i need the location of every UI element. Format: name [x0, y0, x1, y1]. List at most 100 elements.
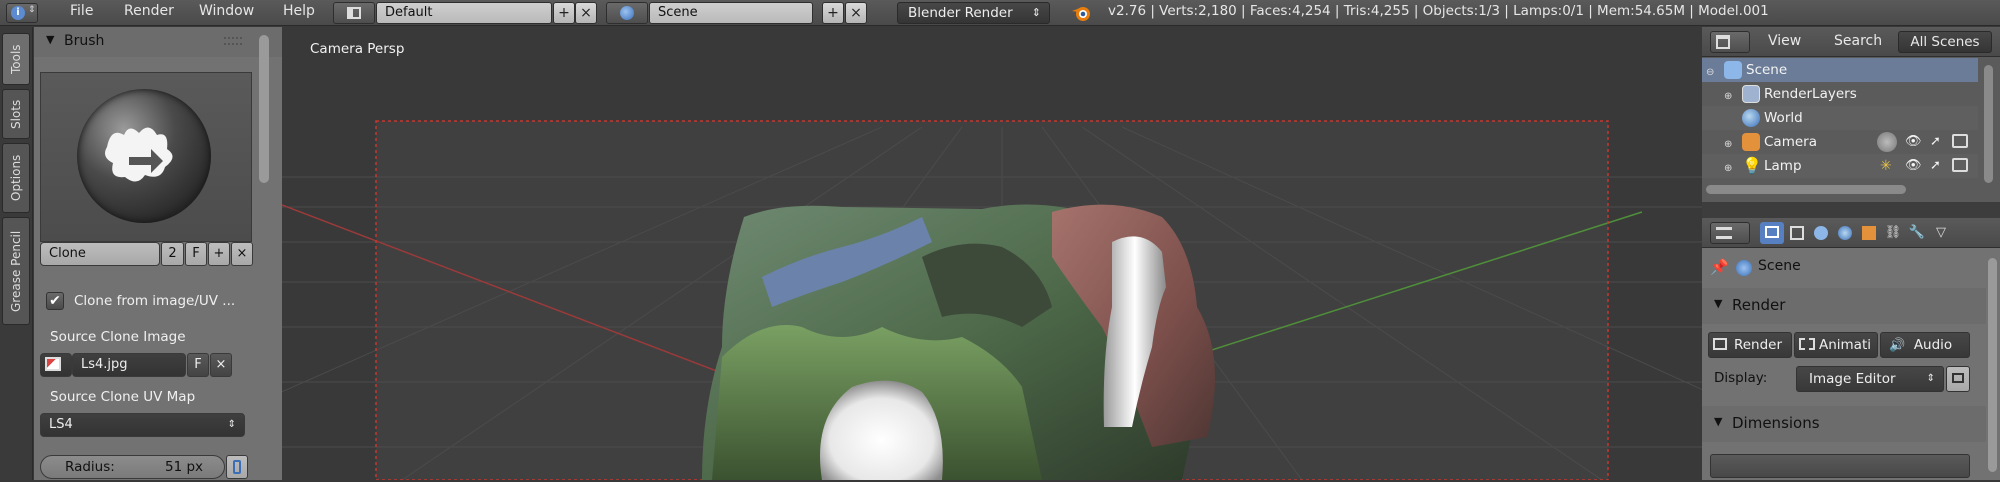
clone-from-checkbox[interactable]: ✔: [46, 292, 64, 310]
properties-header: ⛓ 🔧 ▽: [1702, 218, 2000, 248]
select-cursor-icon[interactable]: ➚: [1930, 154, 1941, 178]
menu-help[interactable]: Help: [283, 0, 315, 26]
editor-type-icon[interactable]: i ⇕: [6, 3, 38, 23]
pin-icon[interactable]: 📌: [1710, 258, 1729, 276]
brush-name-field[interactable]: Clone: [40, 242, 160, 266]
data-context-tab[interactable]: ▽: [1930, 222, 1952, 244]
source-clone-image-field[interactable]: Ls4.jpg: [72, 353, 186, 377]
lock-interface-button[interactable]: [1946, 366, 1970, 392]
radius-slider[interactable]: Radius: 51 px: [40, 455, 225, 479]
render-camera-icon[interactable]: [1952, 134, 1968, 148]
image-icon: [45, 357, 61, 371]
scene-field[interactable]: Scene: [649, 2, 813, 24]
menu-window[interactable]: Window: [199, 0, 254, 26]
mesh-data-icon: ▽: [1936, 225, 1946, 240]
outliner-display-filter[interactable]: All Scenes: [1898, 31, 1992, 53]
clone-from-label: Clone from image/UV ...: [74, 293, 236, 309]
modifiers-context-tab[interactable]: 🔧: [1906, 222, 1928, 244]
display-mode-value: Image Editor: [1809, 371, 1896, 387]
fake-user-button[interactable]: F: [185, 242, 207, 266]
visibility-eye-icon[interactable]: 👁: [1905, 130, 1922, 154]
render-layers-context-tab[interactable]: [1786, 222, 1808, 244]
delete-layout-button[interactable]: ×: [575, 2, 597, 24]
tab-slots[interactable]: Slots: [2, 89, 30, 139]
delete-scene-button[interactable]: ×: [845, 2, 867, 24]
render-context-tab[interactable]: [1760, 222, 1784, 244]
menu-file[interactable]: File: [70, 0, 93, 26]
constraint-link-icon: ⛓: [1884, 225, 1902, 240]
collapse-arrow-icon: ▼: [46, 33, 55, 46]
render-audio-button[interactable]: 🔊 Audio: [1880, 332, 1970, 358]
outliner-search-menu[interactable]: Search: [1834, 33, 1882, 49]
outliner-row-world[interactable]: World: [1702, 106, 1978, 130]
layout-grid-icon: [347, 7, 361, 19]
image-fake-user-button[interactable]: F: [187, 353, 209, 377]
scene-context-tab[interactable]: [1810, 222, 1832, 244]
tab-grease-pencil[interactable]: Grease Pencil: [2, 217, 30, 325]
render-camera-icon[interactable]: [1952, 158, 1968, 172]
screen-layout-field[interactable]: Default: [376, 2, 552, 24]
constraints-context-tab[interactable]: ⛓: [1882, 222, 1904, 244]
display-mode-dropdown[interactable]: Image Editor ⇕: [1796, 366, 1944, 392]
outliner-horizontal-scrollbar[interactable]: [1706, 185, 1906, 194]
collapse-arrow-icon: ▼: [1714, 297, 1723, 310]
drag-handle-icon[interactable]: [224, 37, 242, 45]
dimensions-panel-header[interactable]: ▼ Dimensions: [1702, 406, 1986, 442]
outliner-view-menu[interactable]: View: [1768, 33, 1801, 49]
select-cursor-icon[interactable]: ➚: [1930, 130, 1941, 154]
pressure-radius-button[interactable]: [226, 455, 248, 479]
dropdown-arrows-icon: ⇕: [227, 419, 236, 430]
outliner-label-camera: Camera: [1764, 134, 1817, 150]
brush-panel-header[interactable]: ▼ Brush: [34, 27, 282, 57]
outliner-row-renderlayers[interactable]: ⊕ RenderLayers: [1702, 82, 1978, 106]
scene-icon: [1724, 61, 1742, 79]
image-browse-button[interactable]: [40, 353, 72, 377]
3d-viewport[interactable]: Camera Persp: [282, 27, 1702, 480]
outliner-row-camera[interactable]: ⊕ Camera 👁 ➚: [1702, 130, 1978, 154]
render-panel-header[interactable]: ▼ Render: [1702, 288, 1986, 324]
properties-scrollbar[interactable]: [1988, 258, 1997, 472]
tab-tools[interactable]: Tools: [2, 33, 30, 85]
dropdown-arrows-icon: ⇕: [1926, 373, 1935, 384]
outliner-row-lamp[interactable]: ⊕ 💡 Lamp ✳ 👁 ➚: [1702, 154, 1978, 178]
outliner-vertical-scrollbar[interactable]: [1984, 65, 1993, 183]
add-brush-button[interactable]: +: [208, 242, 230, 266]
menu-render[interactable]: Render: [124, 0, 174, 26]
lamp-data-icon[interactable]: ✳: [1880, 154, 1892, 178]
add-scene-button[interactable]: +: [822, 2, 844, 24]
render-layers-icon: [1790, 226, 1804, 240]
properties-editor-type-button[interactable]: [1710, 222, 1750, 244]
render-engine-dropdown[interactable]: Blender Render ⇕: [897, 2, 1050, 24]
outliner-row-scene[interactable]: ⊖ Scene: [1702, 58, 1978, 82]
expand-toggle-icon[interactable]: ⊕: [1724, 157, 1732, 181]
scene-icon: [1736, 260, 1752, 276]
dimensions-panel-title: Dimensions: [1732, 414, 1820, 432]
radius-value: 51 px: [165, 459, 204, 475]
visibility-eye-icon[interactable]: 👁: [1905, 154, 1922, 178]
render-image-button[interactable]: Render: [1708, 332, 1792, 358]
brush-users-count[interactable]: 2: [161, 242, 184, 266]
unlink-brush-button[interactable]: ×: [231, 242, 253, 266]
scene-icon: [1814, 226, 1828, 240]
tool-panel-scrollbar[interactable]: [259, 35, 269, 183]
render-engine-label: Blender Render: [908, 5, 1013, 21]
world-context-tab[interactable]: [1834, 222, 1856, 244]
tab-options[interactable]: Options: [2, 143, 30, 213]
render-layers-icon: [1742, 85, 1760, 103]
camera-data-icon[interactable]: [1877, 132, 1897, 152]
source-clone-uv-value: LS4: [49, 417, 73, 432]
render-presets-dropdown[interactable]: [1710, 454, 1970, 478]
world-icon: [1838, 226, 1852, 240]
screen-layout-selector[interactable]: [333, 2, 375, 24]
source-clone-uv-dropdown[interactable]: LS4 ⇕: [40, 413, 245, 437]
film-strip-icon: [1799, 338, 1815, 350]
brush-preview[interactable]: [40, 72, 252, 242]
render-animation-button[interactable]: Animati: [1794, 332, 1878, 358]
properties-context-label: Scene: [1758, 258, 1801, 274]
add-layout-button[interactable]: +: [553, 2, 575, 24]
outliner-editor-type-button[interactable]: [1710, 31, 1750, 53]
terrain-model: [702, 204, 1215, 480]
unlink-image-button[interactable]: ×: [210, 353, 232, 377]
scene-selector[interactable]: [606, 2, 648, 24]
object-context-tab[interactable]: [1858, 222, 1880, 244]
